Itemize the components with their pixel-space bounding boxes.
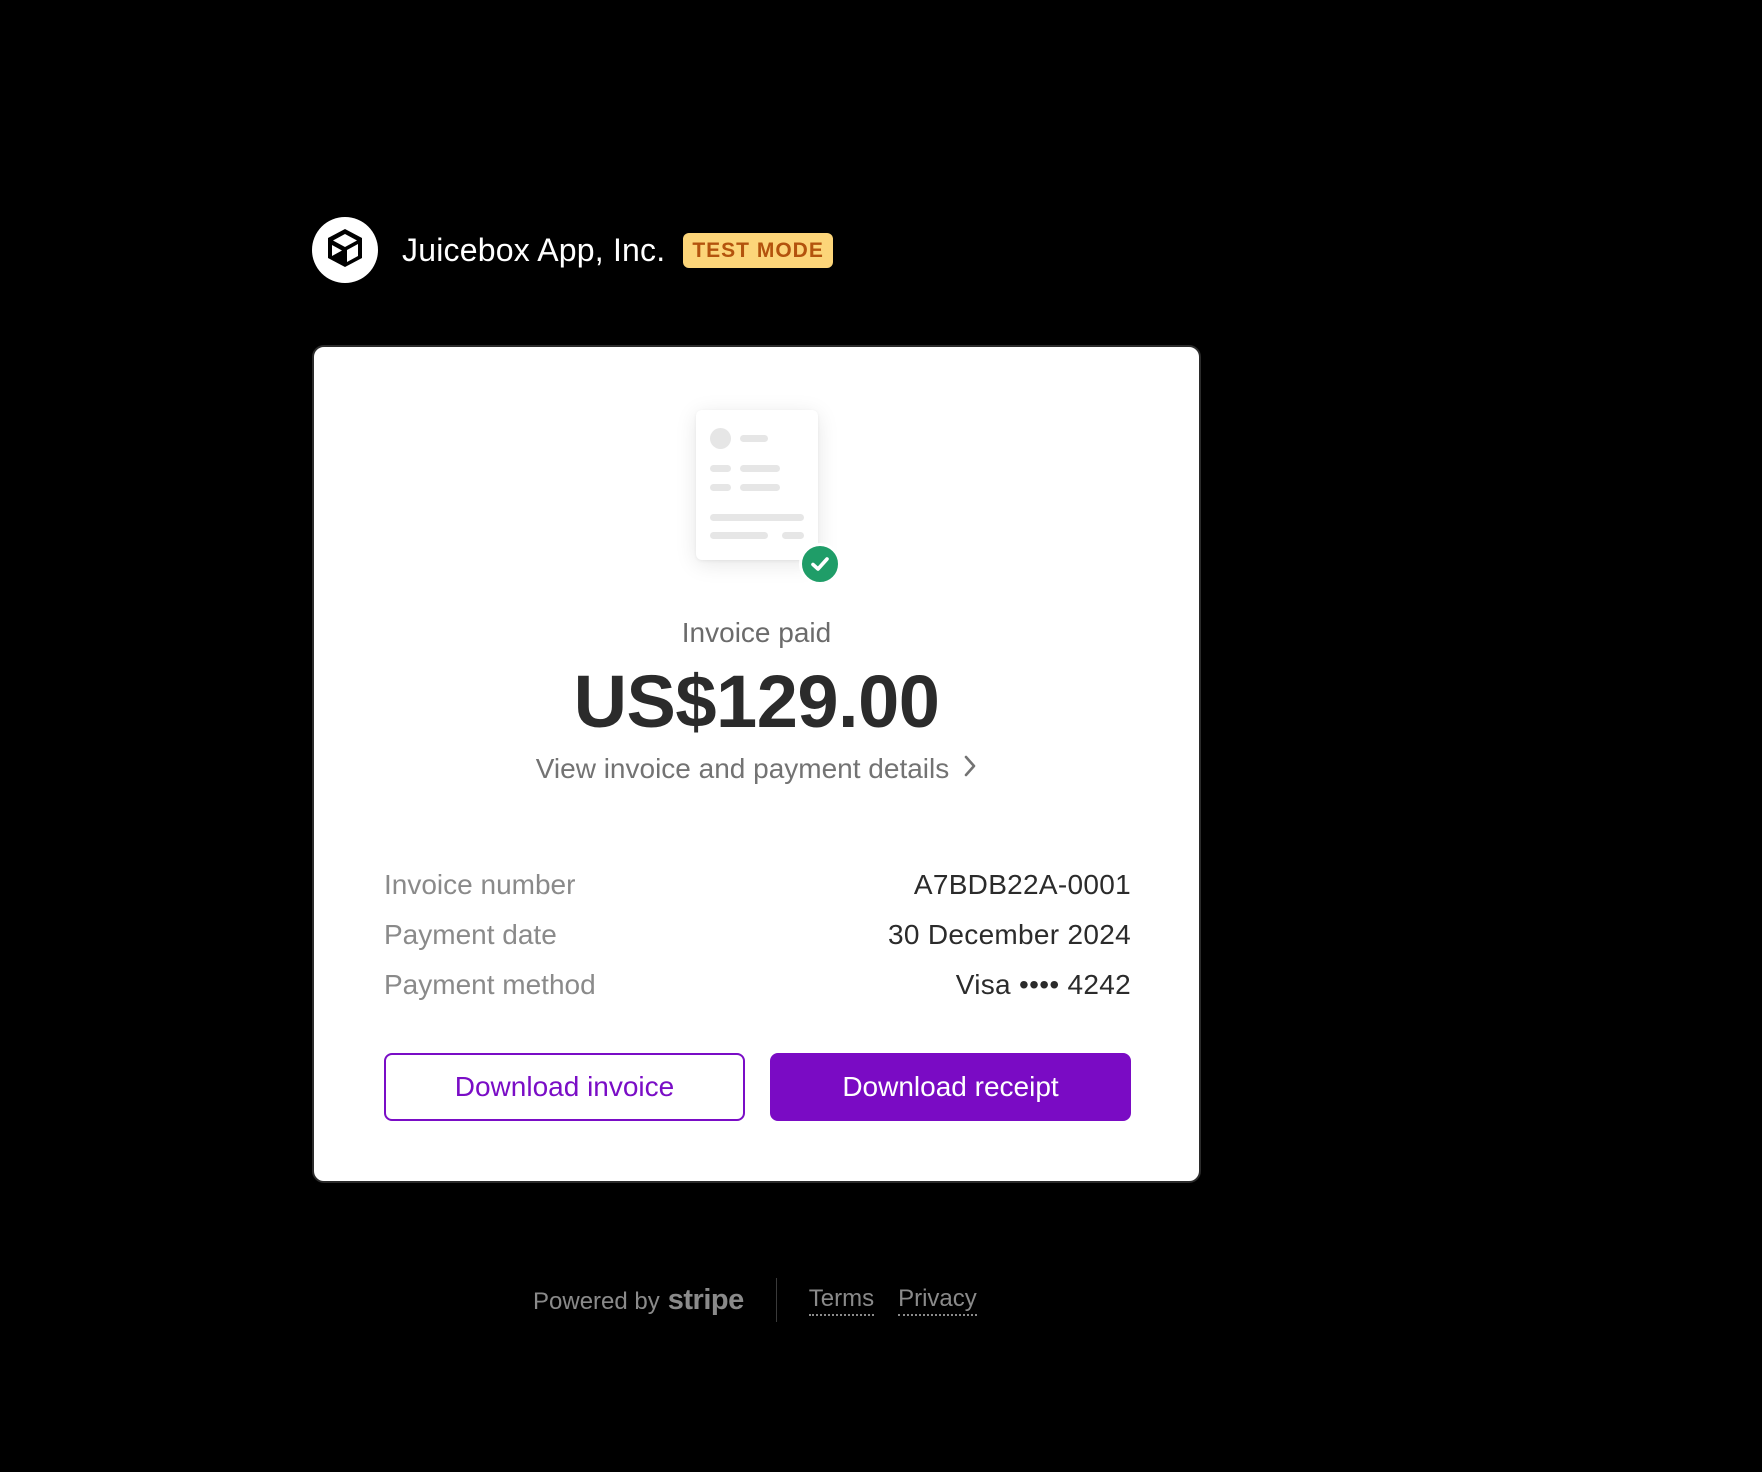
merchant-logo: [312, 217, 378, 283]
test-mode-badge: TEST MODE: [683, 232, 833, 268]
chevron-right-icon: [963, 753, 977, 785]
merchant-header: Juicebox App, Inc. TEST MODE: [312, 217, 833, 283]
info-value: Visa •••• 4242: [955, 969, 1131, 1000]
view-details-link[interactable]: View invoice and payment details: [314, 753, 1199, 785]
payment-status: Invoice paid: [681, 617, 832, 648]
merchant-name: Juicebox App, Inc.: [402, 231, 666, 268]
powered-by[interactable]: Powered by stripe: [533, 1284, 744, 1317]
stripe-logo: stripe: [667, 1283, 744, 1316]
invoice-amount: US$129.00: [573, 660, 940, 743]
invoice-illustration: [696, 410, 876, 590]
invoice-summary: Invoice number A7BDB22A-0001 Payment dat…: [384, 860, 1131, 1010]
payment-method-row: Payment method Visa •••• 4242: [384, 960, 1131, 1010]
footer: Powered by stripe Terms Privacy: [533, 1276, 1001, 1324]
invoice-card: Invoice paid US$129.00 View invoice and …: [312, 345, 1201, 1183]
action-buttons: Download invoice Download receipt: [384, 1053, 1131, 1121]
info-label: Invoice number: [384, 869, 576, 900]
view-details-label: View invoice and payment details: [535, 753, 950, 784]
info-label: Payment method: [384, 969, 596, 1000]
download-receipt-button[interactable]: Download receipt: [770, 1053, 1131, 1121]
check-circle-icon: [799, 543, 841, 585]
terms-link[interactable]: Terms: [808, 1285, 875, 1316]
invoice-page: Juicebox App, Inc. TEST MODE Invoice pai…: [0, 0, 1762, 1472]
cube-icon: [320, 223, 370, 278]
document-icon: [696, 410, 818, 560]
invoice-number-row: Invoice number A7BDB22A-0001: [384, 860, 1131, 910]
download-invoice-button[interactable]: Download invoice: [384, 1053, 745, 1121]
info-value: 30 December 2024: [888, 919, 1131, 950]
info-value: A7BDB22A-0001: [913, 869, 1131, 900]
footer-divider: [775, 1278, 777, 1322]
privacy-link[interactable]: Privacy: [898, 1285, 977, 1316]
payment-date-row: Payment date 30 December 2024: [384, 910, 1131, 960]
powered-by-label: Powered by: [533, 1287, 660, 1315]
info-label: Payment date: [384, 919, 557, 950]
